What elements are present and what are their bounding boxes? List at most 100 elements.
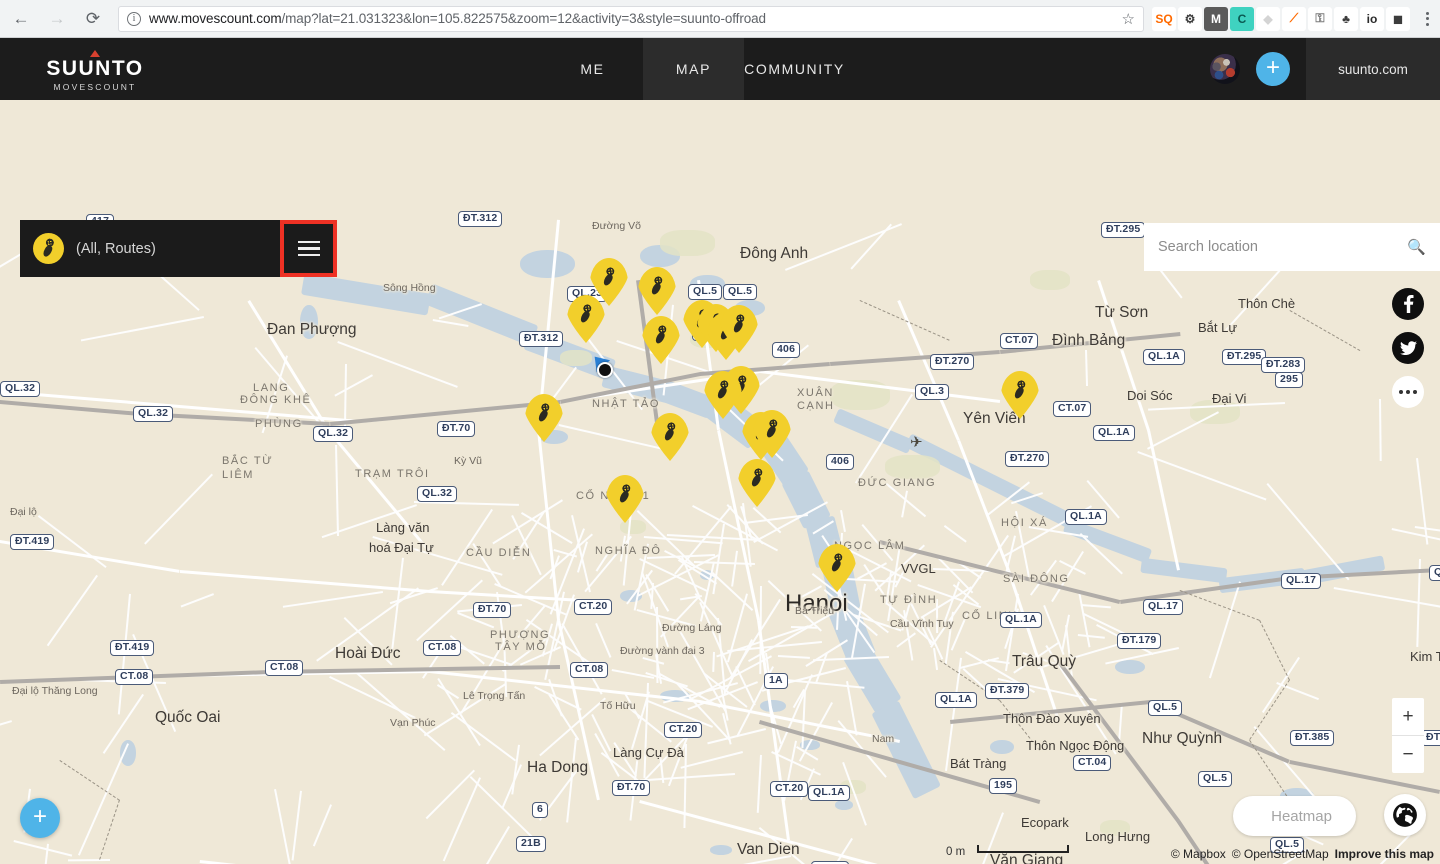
map-label: TỰ ĐÌNH xyxy=(880,594,937,606)
road-shield: ĐT.270 xyxy=(930,354,974,370)
road-shield: CT.08 xyxy=(423,640,461,656)
bookmark-star-icon[interactable]: ☆ xyxy=(1114,10,1135,28)
drop-extension[interactable]: ◆ xyxy=(1256,7,1280,31)
search-icon[interactable]: 🔍 xyxy=(1407,238,1426,256)
road-shield: QL.5 xyxy=(1148,700,1182,716)
zoom-in-button[interactable]: + xyxy=(1392,698,1424,735)
io-extension[interactable]: io xyxy=(1360,7,1384,31)
map-label: Sông Hồng xyxy=(383,282,436,294)
map-viewport[interactable]: Đan Phượng Đông Anh Từ Sơn Thôn Chè Bắt Lự Đì… xyxy=(0,100,1440,864)
road-shield: QL.32 xyxy=(417,486,457,502)
route-marker-pin[interactable] xyxy=(818,544,856,592)
road-segment xyxy=(313,804,332,847)
map-label: Van Dien xyxy=(737,841,800,859)
more-dots-icon xyxy=(1399,390,1417,394)
gear-extension[interactable]: ⚙ xyxy=(1178,7,1202,31)
chart-extension[interactable]: ⟋ xyxy=(1282,7,1306,31)
road-shield: CT.20 xyxy=(574,599,612,615)
road-segment xyxy=(1086,350,1089,387)
improve-map-link[interactable]: Improve this map xyxy=(1335,847,1434,861)
route-marker-pin[interactable] xyxy=(704,371,742,419)
lake xyxy=(1115,660,1145,674)
nav-tab-map[interactable]: MAP xyxy=(643,38,744,100)
road-shield: QL.5 xyxy=(1198,771,1232,787)
zoom-controls: + − xyxy=(1392,698,1424,773)
pin-body xyxy=(704,371,742,419)
road-shield: QL.1A xyxy=(1093,425,1135,441)
route-marker-pin[interactable] xyxy=(567,295,605,343)
road-segment xyxy=(1118,703,1122,742)
route-marker-pin[interactable] xyxy=(606,475,644,523)
zoom-out-button[interactable]: − xyxy=(1392,736,1424,773)
activity-filter-bar: (All, Routes) xyxy=(20,220,337,277)
running-shoe-icon xyxy=(531,399,558,426)
search-input[interactable] xyxy=(1158,239,1407,255)
logo-subtitle: MOVESCOUNT xyxy=(54,82,137,92)
twitter-icon xyxy=(1400,341,1417,355)
green-area xyxy=(560,350,592,366)
address-bar[interactable]: i www.movescount.com/map?lat=21.031323&l… xyxy=(118,6,1144,32)
pin-body xyxy=(606,475,644,523)
reload-icon[interactable]: ⟳ xyxy=(78,4,108,34)
hamburger-menu-icon[interactable] xyxy=(284,224,333,273)
suunto-logo[interactable]: SUUNTO MOVESCOUNT xyxy=(0,38,190,100)
road-shield: 406 xyxy=(772,342,800,358)
road-segment xyxy=(81,316,204,341)
route-marker-pin[interactable] xyxy=(642,316,680,364)
route-marker-pin[interactable] xyxy=(1001,371,1039,419)
road-shield: ĐT.419 xyxy=(110,640,154,656)
mapbox-attribution[interactable]: © Mapbox xyxy=(1171,847,1226,861)
twitter-share-button[interactable] xyxy=(1392,332,1424,364)
road-segment xyxy=(841,510,846,532)
heatmap-toggle[interactable]: Heatmap xyxy=(1233,796,1356,836)
road-shield: QL.32 xyxy=(133,406,173,422)
tree-extension[interactable]: ♣ xyxy=(1334,7,1358,31)
lake xyxy=(710,845,732,855)
search-location-box[interactable]: 🔍 xyxy=(1144,223,1440,271)
route-marker-pin[interactable] xyxy=(720,305,758,353)
route-marker-pin[interactable] xyxy=(738,459,776,507)
sq-extension[interactable]: SQ xyxy=(1152,7,1176,31)
running-shoe-icon xyxy=(1007,376,1034,403)
map-label: Trâu Quỳ xyxy=(1012,653,1076,671)
more-options-button[interactable] xyxy=(1392,376,1424,408)
lake xyxy=(990,740,1014,754)
facebook-share-button[interactable] xyxy=(1392,288,1424,320)
road-shield: CT.04 xyxy=(1073,755,1111,771)
route-marker-pin[interactable] xyxy=(638,267,676,315)
chrome-menu-icon[interactable] xyxy=(1414,6,1440,32)
nav-tab-me[interactable]: ME xyxy=(542,38,643,100)
avatar[interactable] xyxy=(1210,54,1240,84)
forward-arrow-icon[interactable]: → xyxy=(42,4,72,34)
running-shoe-icon xyxy=(726,310,753,337)
nav-tab-community[interactable]: COMMUNITY xyxy=(744,38,845,100)
suunto-com-link[interactable]: suunto.com xyxy=(1306,38,1440,100)
running-shoe-icon xyxy=(644,272,671,299)
map-label: Long Hưng xyxy=(1085,829,1150,844)
pin-body xyxy=(642,316,680,364)
key-extension[interactable]: ⚿ xyxy=(1308,7,1332,31)
globe-button[interactable] xyxy=(1384,794,1426,836)
road-segment xyxy=(482,826,510,864)
route-marker-pin[interactable] xyxy=(651,413,689,461)
add-button[interactable]: + xyxy=(1256,52,1290,86)
m-extension[interactable]: M xyxy=(1204,7,1228,31)
road-segment xyxy=(414,501,519,505)
map-label: Vạn Phúc xyxy=(390,717,436,729)
route-marker-pin[interactable] xyxy=(753,410,791,458)
osm-attribution[interactable]: © OpenStreetMap xyxy=(1232,847,1329,861)
running-shoe-icon xyxy=(648,321,675,348)
route-marker-pin[interactable] xyxy=(525,394,563,442)
admin-boundary xyxy=(1249,679,1290,740)
road-shield: ĐT.379 xyxy=(985,683,1029,699)
add-route-fab[interactable]: + xyxy=(20,798,60,838)
ecopark-poi-marker[interactable] xyxy=(1040,693,1051,708)
road-shield: CT.20 xyxy=(770,781,808,797)
admin-boundary xyxy=(99,800,120,860)
back-arrow-icon[interactable]: ← xyxy=(6,4,36,34)
info-icon[interactable]: i xyxy=(127,12,141,26)
admin-boundary xyxy=(1180,590,1260,621)
pocket-extension[interactable]: ◼ xyxy=(1386,7,1410,31)
c-extension[interactable]: C xyxy=(1230,7,1254,31)
road-segment xyxy=(732,551,739,587)
